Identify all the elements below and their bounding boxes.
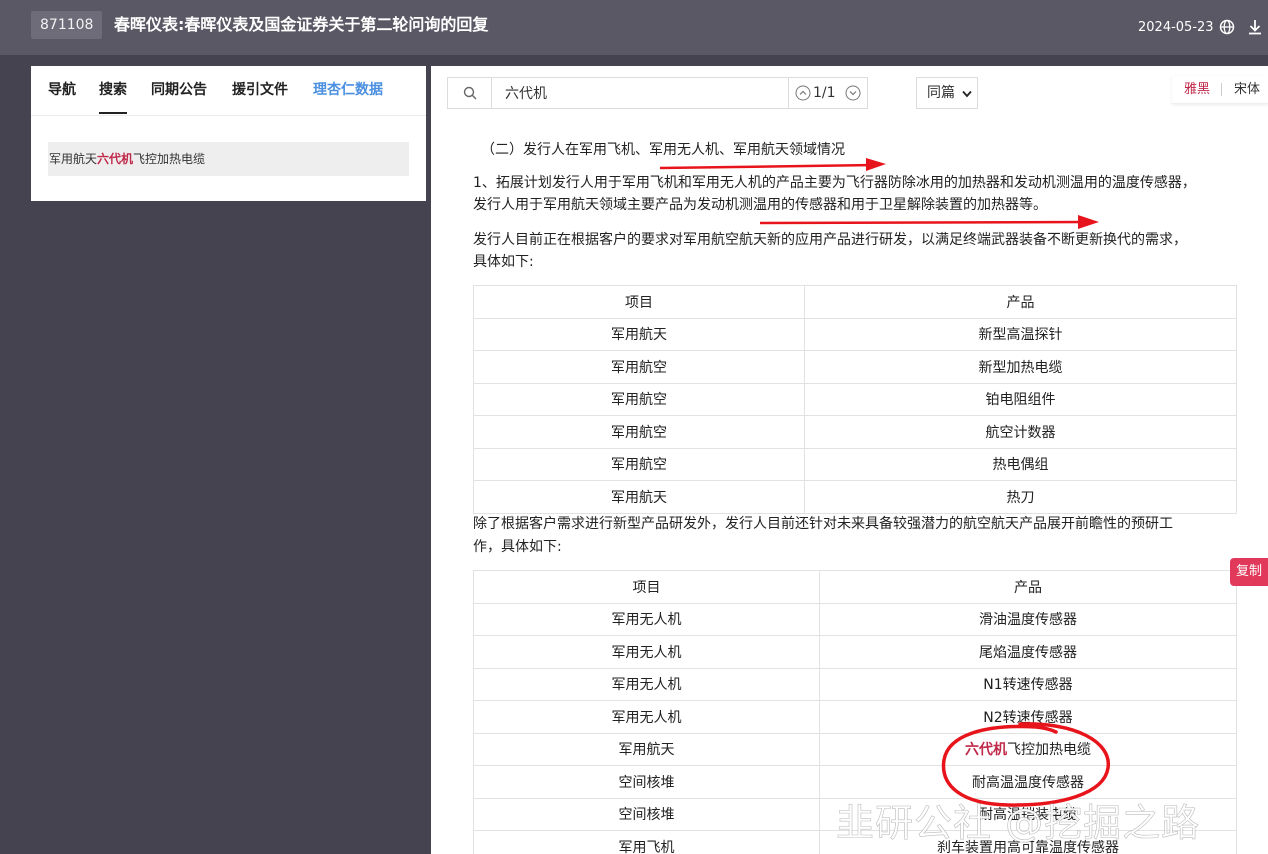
tab-cited-documents[interactable]: 援引文件 [232,80,288,100]
table-header: 产品 [804,285,1237,319]
table-row: 军用航空 铂电阻组件 [473,382,1237,416]
globe-icon[interactable] [1219,19,1235,35]
search-navigation: 1/1 [788,78,867,108]
table-cell: 军用航空 [473,415,805,449]
watermark: 韭研公社 @挖掘之路 [836,801,1201,846]
paragraph-line: 发行人目前正在根据客户的要求对军用航空航天新的应用产品进行研发，以满足终端武器装… [473,232,1187,248]
download-icon[interactable] [1247,19,1263,35]
table-cell: 军用航天 [473,317,805,351]
table-cell: 军用航天 [473,480,805,514]
table-row: 军用无人机 尾焰温度传感器 [473,635,1237,669]
table-cell: 新型加热电缆 [804,350,1237,384]
table-cell: 军用无人机 [473,602,820,636]
highlighted-table-cell: 六代机飞控加热电缆 [819,732,1237,766]
match-count: 1/1 [813,85,836,101]
search-input[interactable] [492,78,788,108]
table-row: 军用无人机 N2转速传感器 [473,700,1237,734]
result-highlight: 六代机 [97,152,134,166]
table-cell: 热刀 [804,480,1237,514]
table-cell: 尾焰温度传感器 [819,635,1237,669]
table-row: 军用无人机 滑油温度传感器 [473,602,1237,636]
table-row: 军用航天 热刀 [473,480,1237,514]
chevron-up-icon[interactable] [795,85,811,101]
table-row: 军用航天 六代机飞控加热电缆 [473,732,1237,766]
stock-code-badge: 871108 [31,11,103,39]
table-row: 军用航空 新型加热电缆 [473,350,1237,384]
tab-search[interactable]: 搜索 [99,80,127,114]
table-header: 项目 [473,570,820,604]
tab-period-announcements[interactable]: 同期公告 [151,80,207,100]
result-text-after: 飞控加热电缆 [133,152,206,166]
font-songti-option[interactable]: 宋体 [1234,81,1260,99]
scope-value: 同篇 [927,85,955,101]
document-date: 2024-05-23 [1138,20,1214,35]
paragraph-line: 1、拓展计划发行人用于军用飞机和军用无人机的产品主要为飞行器防除冰用的加热器和发… [473,175,1196,191]
table-cell: 军用无人机 [473,700,820,734]
paragraph-line: 发行人用于军用航天领域主要产品为发动机测温用的传感器和用于卫星解除装置的加热器等… [473,197,1047,213]
products-table-1: 项目 产品 军用航天 新型高温探针 军用航空 新型加热电缆 军用航空 铂电阻组件 军用… [473,285,1237,514]
table-cell: 军用航空 [473,447,805,481]
chevron-down-icon[interactable] [845,85,861,101]
table-cell: N2转速传感器 [819,700,1237,734]
document-viewer: 1/1 同篇 雅黑 宋体 （二）发行人在军用飞机、军用无人机、军用航天领域情况 … [431,66,1268,854]
table-cell: 军用飞机 [473,830,820,854]
table-cell: 铂电阻组件 [804,382,1237,416]
font-divider [1221,83,1222,96]
paragraph-line: 作，具体如下: [473,539,562,555]
cell-text-after: 飞控加热电缆 [1007,742,1091,759]
top-bar: 871108 春晖仪表:春晖仪表及国金证券关于第二轮问询的回复 2024-05-… [0,0,1268,55]
table-cell: 军用航空 [473,350,805,384]
caret-down-icon [962,90,972,98]
table-header: 项目 [473,285,805,319]
table-row: 军用航天 新型高温探针 [473,317,1237,351]
table-row: 军用无人机 N1转速传感器 [473,667,1237,701]
table-cell: N1转速传感器 [819,667,1237,701]
table-cell: 滑油温度传感器 [819,602,1237,636]
table-cell: 军用无人机 [473,635,820,669]
table-cell: 军用无人机 [473,667,820,701]
tab-navigation[interactable]: 导航 [48,80,76,100]
result-text-before: 军用航天 [49,152,98,166]
table-cell: 军用航空 [473,382,805,416]
paragraph-line: 除了根据客户需求进行新型产品研发外，发行人目前还针对未来具备较强潜力的航空航天产… [473,516,1173,532]
left-tabs: 导航 搜索 同期公告 援引文件 理杏仁数据 [31,66,426,116]
search-button[interactable] [448,78,492,108]
search-scope-select[interactable]: 同篇 [916,77,978,109]
table-cell: 军用航天 [473,732,820,766]
search-icon [463,86,477,100]
font-switcher: 雅黑 宋体 [1172,76,1268,104]
section-title: （二）发行人在军用飞机、军用无人机、军用航天领域情况 [481,142,845,158]
copy-button[interactable]: 复制 [1230,558,1268,586]
table-cell: 热电偶组 [804,447,1237,481]
search-result-item[interactable]: 军用航天六代机飞控加热电缆 [48,142,409,176]
tab-lixinger-data[interactable]: 理杏仁数据 [313,80,383,100]
left-panel: 导航 搜索 同期公告 援引文件 理杏仁数据 军用航天六代机飞控加热电缆 [31,66,426,201]
table-row: 军用航空 热电偶组 [473,447,1237,481]
paragraph-line: 具体如下: [473,254,534,270]
table-header-row: 项目 产品 [473,570,1237,604]
table-cell: 新型高温探针 [804,317,1237,351]
table-header: 产品 [819,570,1237,604]
cell-highlight: 六代机 [965,742,1007,759]
search-bar: 1/1 [447,77,868,109]
table-row: 军用航空 航空计数器 [473,415,1237,449]
table-cell: 空间核堆 [473,765,820,799]
font-yahei-option[interactable]: 雅黑 [1184,81,1210,99]
document-title: 春晖仪表:春晖仪表及国金证券关于第二轮问询的回复 [114,15,489,34]
table-cell: 空间核堆 [473,797,820,831]
table-header-row: 项目 产品 [473,285,1237,319]
table-cell: 航空计数器 [804,415,1237,449]
